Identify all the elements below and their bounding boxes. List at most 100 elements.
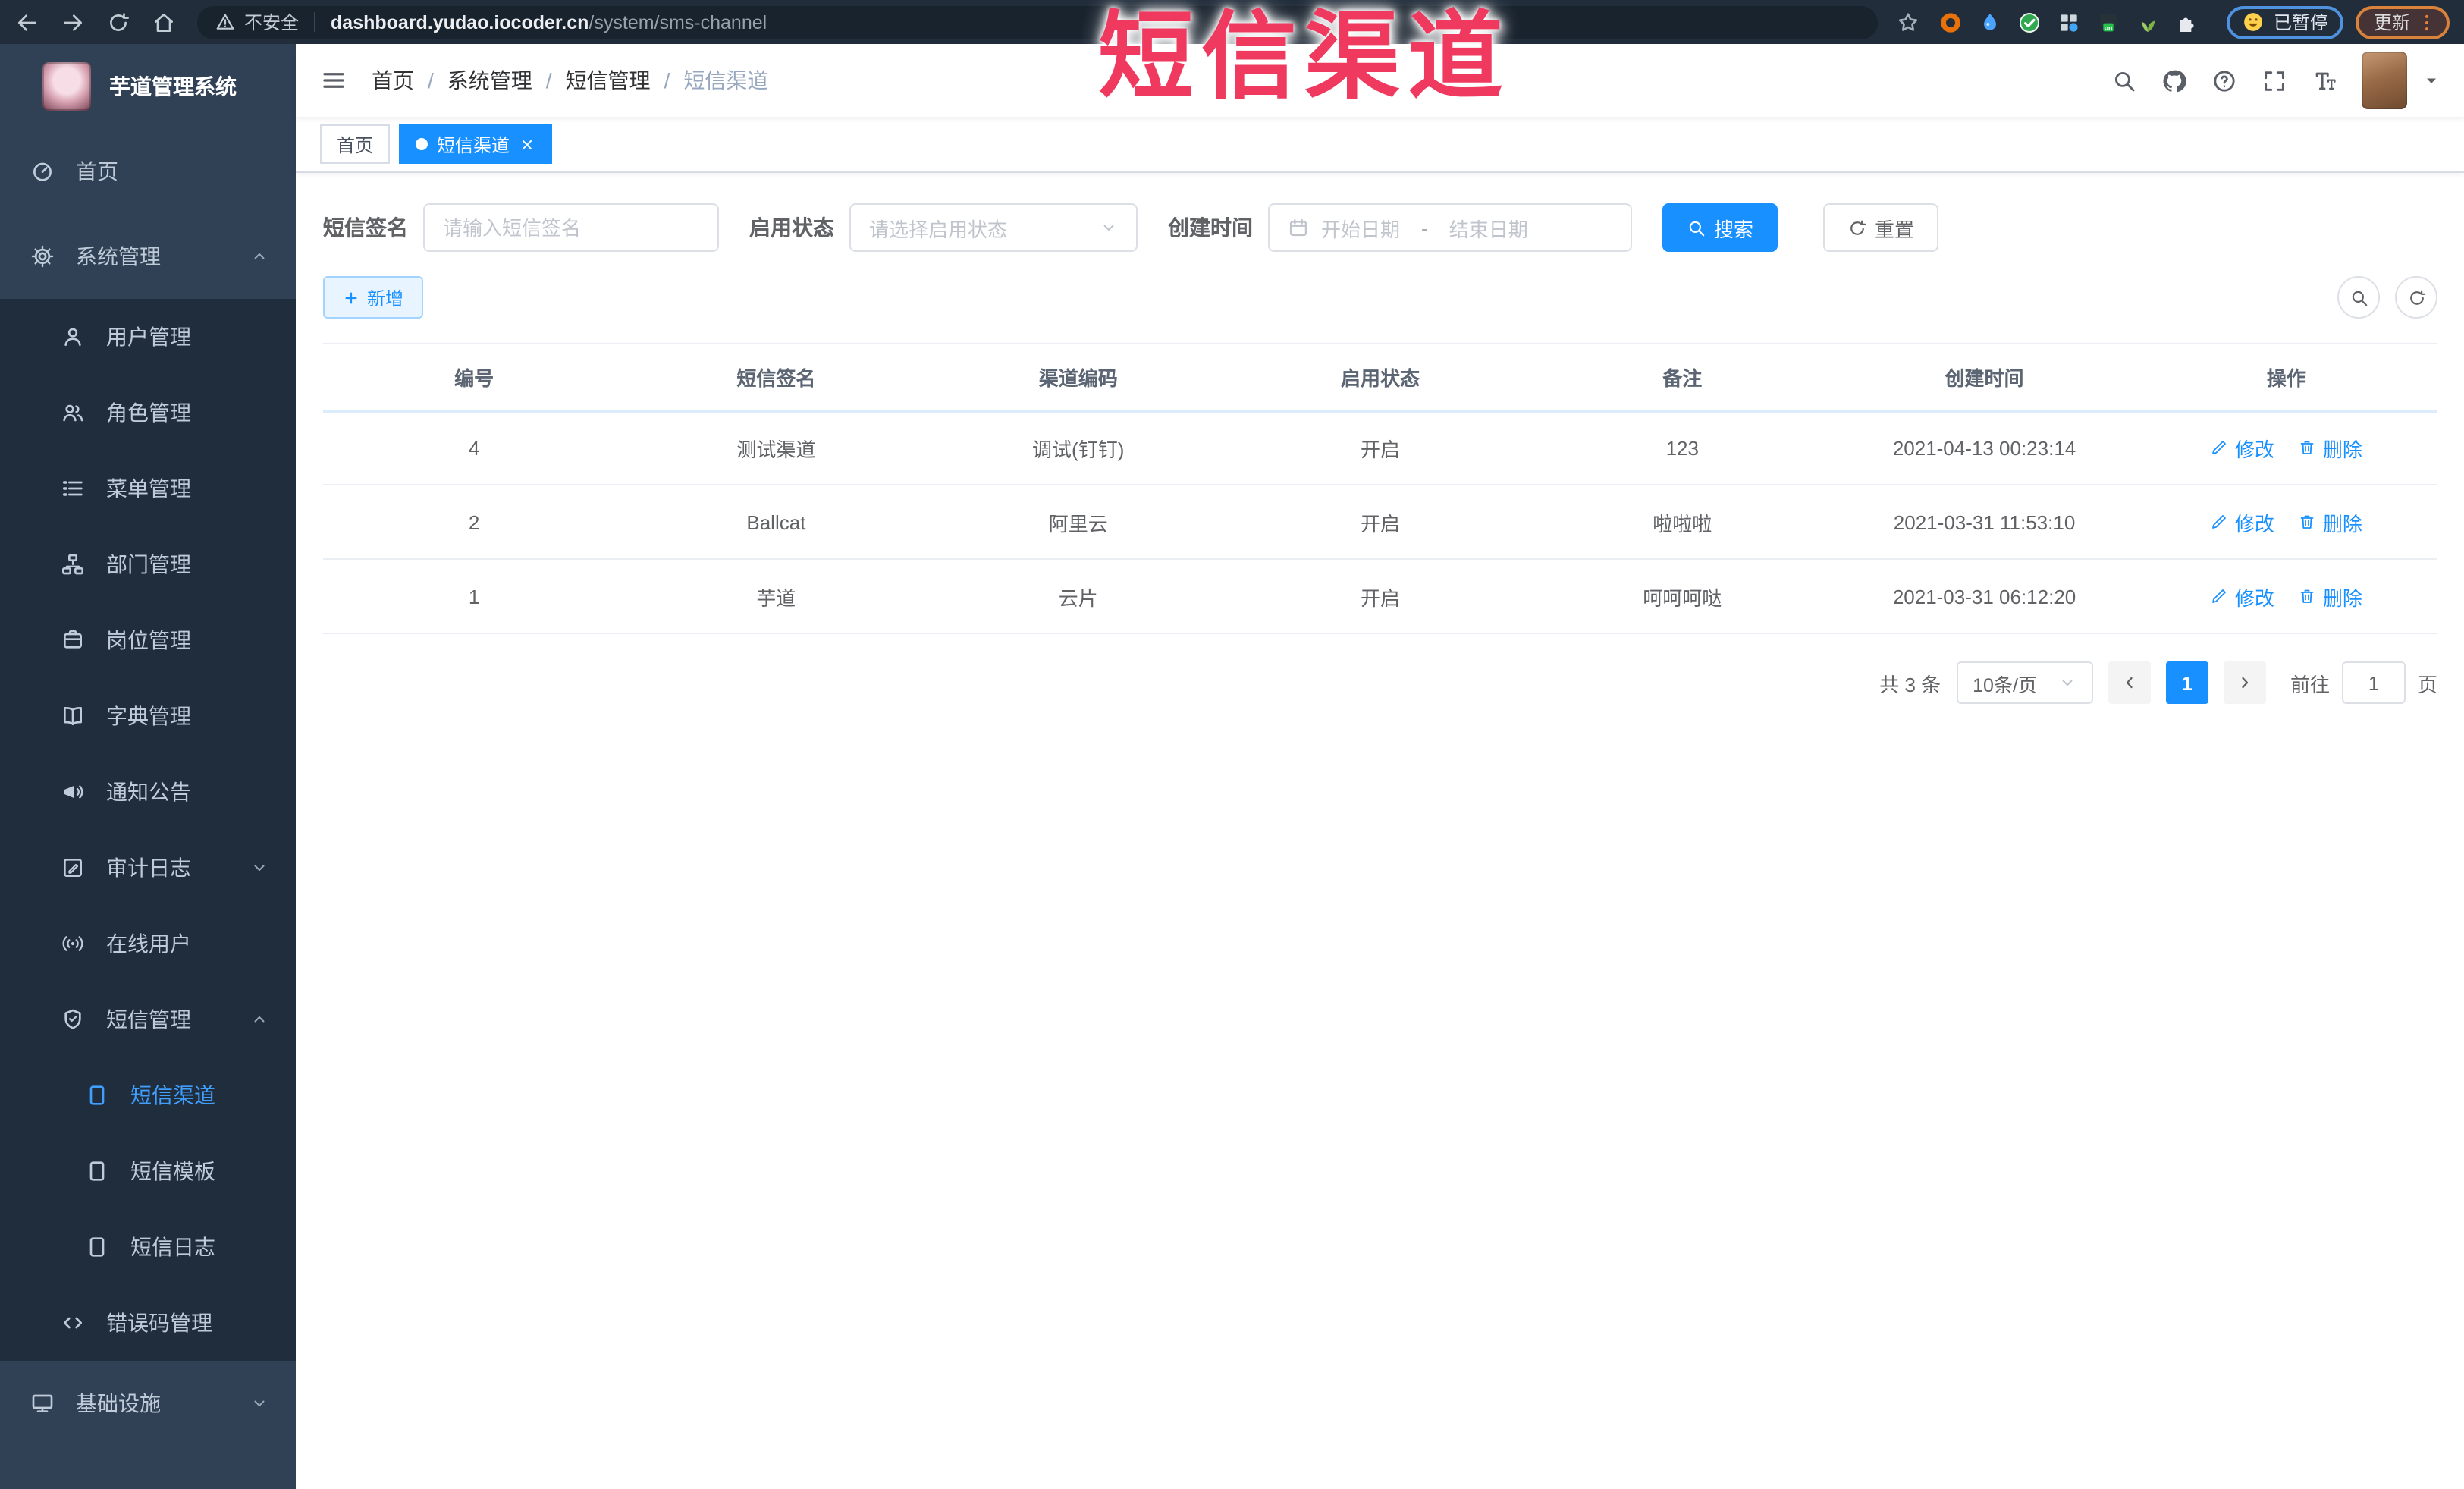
on-badge-icon[interactable]: on [2096,10,2120,34]
prev-page-button[interactable] [2108,661,2151,704]
url-path: /system/sms-channel [589,11,767,33]
book-icon [61,704,85,728]
pencil-icon [2211,587,2229,605]
tab-home[interactable]: 首页 [320,124,391,164]
address-bar[interactable]: 不安全 dashboard.yudao.iocoder.cn/system/sm… [197,5,1878,39]
search-form: 短信签名 启用状态 请选择启用状态 创建时间 [323,203,2437,252]
paused-extension-button[interactable]: 已暂停 [2226,5,2343,39]
date-range-picker[interactable]: 开始日期 - 结束日期 [1268,203,1632,252]
browser-home-icon[interactable] [152,10,176,34]
megaphone-icon [61,780,85,804]
browser-toolbar: 不安全 dashboard.yudao.iocoder.cn/system/sm… [0,0,2464,44]
sidebar-item-post[interactable]: 岗位管理 [0,602,296,678]
sidebar-item-error-code[interactable]: 错误码管理 [0,1285,296,1361]
sidebar-item-sms-channel[interactable]: 短信渠道 [0,1057,296,1133]
sidebar-item-dept[interactable]: 部门管理 [0,526,296,602]
table-row: 4 测试渠道 调试(钉钉) 开启 123 2021-04-13 00:23:14 修改 删除 [323,410,2437,485]
sidebar-item-system[interactable]: 系统管理 [0,214,296,299]
browser-reload-icon[interactable] [106,10,130,34]
delete-link[interactable]: 删除 [2299,507,2362,536]
sign-label: 短信签名 [323,215,408,240]
update-label: 更新 [2373,12,2410,33]
sidebar-item-notice[interactable]: 通知公告 [0,754,296,830]
search-button[interactable]: 搜索 [1662,203,1778,252]
help-icon[interactable] [2211,68,2237,93]
delete-link[interactable]: 删除 [2299,582,2362,611]
check-circle-icon[interactable] [2017,10,2042,34]
add-button[interactable]: 新增 [323,276,424,319]
browser-back-icon[interactable] [15,10,39,34]
refresh-icon [1847,218,1867,237]
sidebar-item-online-user[interactable]: 在线用户 [0,906,296,982]
table-toolbar: 新增 [323,276,2437,319]
user-avatar[interactable] [2362,52,2407,109]
kebab-menu-icon[interactable] [2416,11,2437,33]
active-tab-dot [416,138,428,150]
hamburger-icon[interactable] [320,67,347,94]
header-search-icon[interactable] [2111,68,2137,93]
refresh-table-button[interactable] [2395,276,2437,319]
column-header: 操作 [2135,344,2437,412]
time-label: 创建时间 [1168,215,1253,240]
sidebar-item-sms-log[interactable]: 短信日志 [0,1209,296,1285]
goto-page-input[interactable] [2341,661,2406,704]
close-icon[interactable] [519,136,535,152]
sidebar-item-home[interactable]: 首页 [0,129,296,214]
sidebar-item-menu[interactable]: 菜单管理 [0,451,296,526]
reset-button[interactable]: 重置 [1823,203,1939,252]
status-select[interactable]: 请选择启用状态 [849,203,1138,252]
column-header: 创建时间 [1833,344,2136,412]
sidebar: 芋道管理系统 首页 系统管理 用户管理 角色管理 菜单管理 部门管理 岗位管理 字典管理 通知公… [0,44,296,1489]
ring-icon[interactable] [1938,10,1963,34]
tab-sms-channel[interactable]: 短信渠道 [399,124,553,164]
sidebar-item-user[interactable]: 用户管理 [0,299,296,375]
breadcrumb-item[interactable]: 短信管理 [566,65,651,96]
sidebar-logo[interactable]: 芋道管理系统 [0,44,296,129]
column-header: 编号 [323,344,626,412]
chevron-up-icon [250,1010,268,1029]
sidebar-item-audit-log[interactable]: 审计日志 [0,830,296,906]
edit-link[interactable]: 修改 [2211,434,2274,463]
browser-update-button[interactable]: 更新 [2355,5,2450,39]
github-icon[interactable] [2161,68,2187,93]
main-area: 首页 / 系统管理 / 短信管理 / 短信渠道 首页 短信渠道 短信签名 请输入… [296,44,2464,1489]
goto-label: 前往 [2290,673,2330,696]
breadcrumb-item[interactable]: 首页 [372,65,414,96]
cell-sign: Ballcat [625,485,928,560]
status-label: 启用状态 [749,215,834,240]
sidebar-item-infra[interactable]: 基础设施 [0,1361,296,1446]
cell-id: 2 [323,485,626,560]
page-number-1[interactable]: 1 [2165,661,2208,704]
security-label[interactable]: 不安全 [244,9,299,35]
cell-remark: 啦啦啦 [1531,485,1834,560]
breadcrumb-item[interactable]: 系统管理 [447,65,532,96]
sprout-icon[interactable] [2136,10,2160,34]
page-size-select[interactable]: 10条/页 [1956,661,2093,704]
delete-link[interactable]: 删除 [2299,434,2362,463]
svg-text:on: on [2105,23,2113,30]
toggle-search-button[interactable] [2337,276,2380,319]
bookmark-star-icon[interactable] [1896,10,1920,34]
font-size-icon[interactable] [2312,68,2337,93]
chevron-down-icon [250,859,268,877]
browser-forward-icon[interactable] [61,10,85,34]
sign-input[interactable] [423,203,719,252]
drop-icon[interactable] [1978,10,2002,34]
puzzle-icon[interactable] [2175,10,2199,34]
sidebar-item-sms[interactable]: 短信管理 [0,982,296,1057]
sidebar-item-sms-template[interactable]: 短信模板 [0,1133,296,1209]
square-icon [85,1235,109,1259]
next-page-button[interactable] [2223,661,2266,704]
code-icon [61,1311,85,1335]
edit-link[interactable]: 修改 [2211,507,2274,536]
cell-code: 云片 [927,559,1229,634]
sidebar-item-dict[interactable]: 字典管理 [0,678,296,754]
pagination: 共 3 条 10条/页 1 前往 页 [323,661,2437,704]
edit-link[interactable]: 修改 [2211,582,2274,611]
square-icon [85,1159,109,1183]
sidebar-item-role[interactable]: 角色管理 [0,375,296,451]
fullscreen-icon[interactable] [2262,68,2287,93]
avatar-caret-down-icon[interactable] [2422,71,2440,90]
grid-icon[interactable] [2057,10,2081,34]
cell-status: 开启 [1229,485,1532,560]
